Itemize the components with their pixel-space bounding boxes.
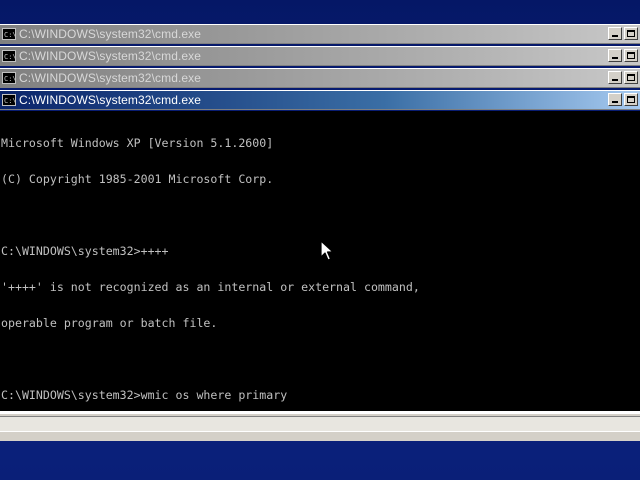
title-buttons (608, 27, 638, 40)
console-line: '++++' is not recognized as an internal … (1, 280, 420, 294)
maximize-icon (627, 30, 635, 37)
cmd-icon[interactable]: C:\ (2, 28, 16, 40)
window-bottom-frame (0, 411, 640, 441)
window-title: C:\WINDOWS\system32\cmd.exe (19, 27, 202, 41)
minimize-button[interactable] (608, 93, 622, 106)
title-bar[interactable]: C:\ C:\WINDOWS\system32\cmd.exe (0, 90, 640, 110)
title-bar[interactable]: C:\ C:\WINDOWS\system32\cmd.exe (0, 24, 640, 44)
title-buttons (608, 71, 638, 84)
mouse-pointer-icon (320, 240, 334, 261)
maximize-button[interactable] (624, 93, 638, 106)
maximize-button[interactable] (624, 49, 638, 62)
cmd-window-active[interactable]: C:\ C:\WINDOWS\system32\cmd.exe (0, 90, 640, 110)
cmd-icon[interactable]: C:\ (2, 50, 16, 62)
console-line: Microsoft Windows XP [Version 5.1.2600] (1, 136, 274, 150)
minimize-icon (612, 79, 618, 81)
console-line: operable program or batch file. (1, 316, 218, 330)
horizontal-scrollbar[interactable] (0, 416, 640, 432)
title-bar[interactable]: C:\ C:\WINDOWS\system32\cmd.exe (0, 46, 640, 66)
command-input-line[interactable]: C:\WINDOWS\system32>wmic os where primar… (1, 389, 640, 401)
console-line: (C) Copyright 1985-2001 Microsoft Corp. (1, 172, 274, 186)
title-bar[interactable]: C:\ C:\WINDOWS\system32\cmd.exe (0, 68, 640, 88)
cmd-window-1[interactable]: C:\ C:\WINDOWS\system32\cmd.exe (0, 24, 640, 44)
minimize-icon (612, 101, 618, 103)
maximize-icon (627, 52, 635, 59)
window-title: C:\WINDOWS\system32\cmd.exe (19, 93, 202, 107)
cmd-window-2[interactable]: C:\ C:\WINDOWS\system32\cmd.exe (0, 46, 640, 66)
maximize-icon (627, 74, 635, 81)
cmd-icon[interactable]: C:\ (2, 94, 16, 106)
minimize-button[interactable] (608, 49, 622, 62)
maximize-button[interactable] (624, 27, 638, 40)
frame-edge (0, 411, 640, 414)
title-buttons (608, 49, 638, 62)
minimize-icon (612, 35, 618, 37)
window-title: C:\WINDOWS\system32\cmd.exe (19, 49, 202, 63)
minimize-button[interactable] (608, 71, 622, 84)
cmd-icon[interactable]: C:\ (2, 72, 16, 84)
minimize-icon (612, 57, 618, 59)
minimize-button[interactable] (608, 27, 622, 40)
desktop: C:\ C:\WINDOWS\system32\cmd.exe C:\ C:\W… (0, 0, 640, 480)
maximize-icon (627, 96, 635, 103)
window-title: C:\WINDOWS\system32\cmd.exe (19, 71, 202, 85)
cmd-window-3[interactable]: C:\ C:\WINDOWS\system32\cmd.exe (0, 68, 640, 88)
title-buttons (608, 93, 638, 106)
maximize-button[interactable] (624, 71, 638, 84)
